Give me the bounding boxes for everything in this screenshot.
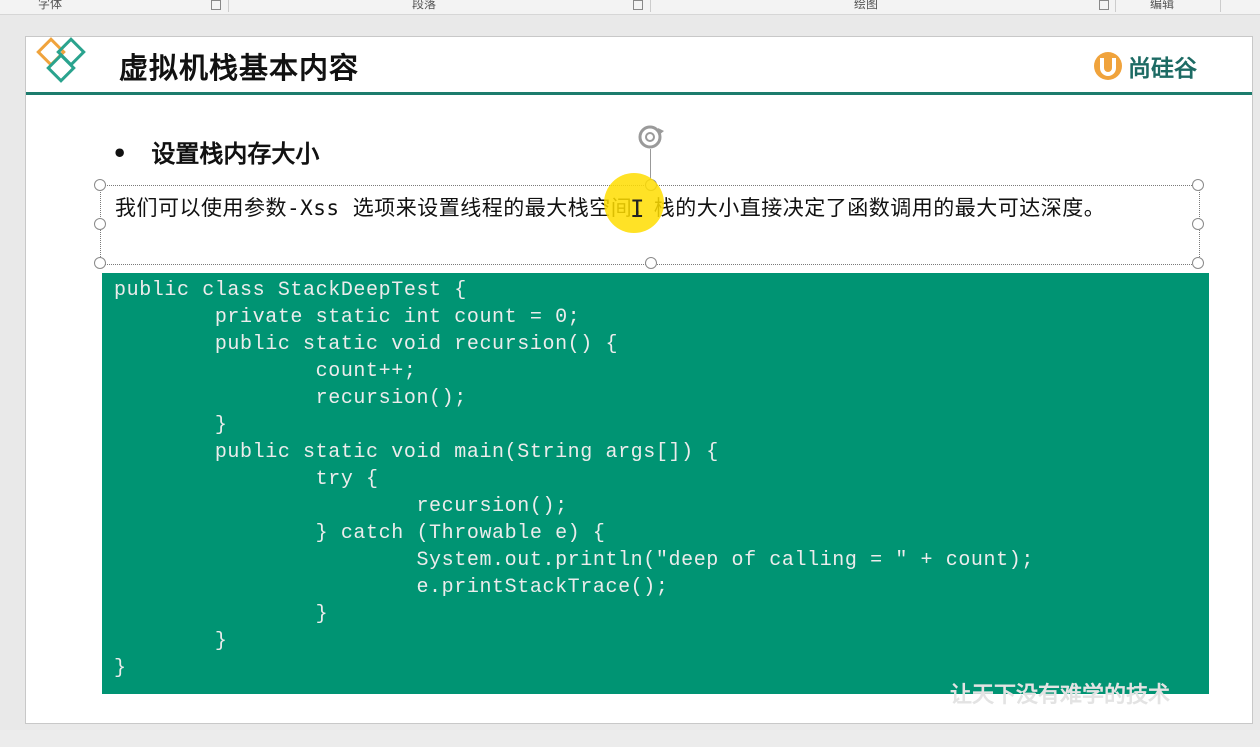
code-line: } catch (Throwable e) { xyxy=(114,522,606,545)
ribbon-group-drawing[interactable]: 绘图 xyxy=(854,0,878,12)
brand-u-icon xyxy=(1094,52,1122,80)
ribbon-separator xyxy=(1115,0,1116,12)
code-line: private static int count = 0; xyxy=(114,306,581,329)
ribbon-separator xyxy=(650,0,651,12)
ribbon-separator xyxy=(1220,0,1221,12)
code-line: System.out.println("deep of calling = " … xyxy=(114,549,1034,572)
bullet-dot: • xyxy=(112,139,128,168)
text-cursor-icon: I xyxy=(630,195,645,223)
resize-handle-bottom-left[interactable] xyxy=(94,257,106,269)
code-line: } xyxy=(114,630,228,653)
ribbon-strip: 字体 段落 绘图 编辑 xyxy=(0,0,1260,15)
code-line: e.printStackTrace(); xyxy=(114,576,669,599)
ribbon-group-paragraph[interactable]: 段落 xyxy=(412,0,436,12)
slide-header: 虚拟机栈基本内容 尚硅谷 xyxy=(26,37,1252,95)
code-line: public static void main(String args[]) { xyxy=(114,441,719,464)
resize-handle-bottom-right[interactable] xyxy=(1192,257,1204,269)
resize-handle-bottom[interactable] xyxy=(645,257,657,269)
resize-handle-top-left[interactable] xyxy=(94,179,106,191)
ribbon-separator xyxy=(228,0,229,12)
code-line: public class StackDeepTest { xyxy=(114,279,467,302)
drawing-dialog-launcher-icon[interactable] xyxy=(1099,0,1109,10)
code-line: recursion(); xyxy=(114,495,568,518)
slide-title[interactable]: 虚拟机栈基本内容 xyxy=(119,45,359,87)
slide-canvas[interactable]: 虚拟机栈基本内容 尚硅谷 • 设置栈内存大小 我们可以使用参数-Xss 选项来设置… xyxy=(25,36,1253,724)
header-divider xyxy=(26,92,1252,95)
resize-handle-right[interactable] xyxy=(1192,218,1204,230)
ribbon-group-editing[interactable]: 编辑 xyxy=(1150,0,1174,12)
rotate-handle-icon[interactable] xyxy=(634,122,668,152)
code-line: count++; xyxy=(114,360,417,383)
code-line: } xyxy=(114,414,228,437)
code-line: public static void recursion() { xyxy=(114,333,619,356)
paragraph-dialog-launcher-icon[interactable] xyxy=(633,0,643,10)
brand-name: 尚硅谷 xyxy=(1128,56,1197,82)
code-line: } xyxy=(114,657,127,680)
brand-logo: 尚硅谷 xyxy=(1092,49,1197,83)
ribbon-group-font[interactable]: 字体 xyxy=(38,0,62,12)
font-dialog-launcher-icon[interactable] xyxy=(211,0,221,10)
bullet-text: 设置栈内存大小 xyxy=(151,139,320,168)
status-bar xyxy=(0,730,1260,747)
resize-handle-left[interactable] xyxy=(94,218,106,230)
code-line: } xyxy=(114,603,329,626)
logo-diamonds-icon xyxy=(36,37,86,83)
code-line: try { xyxy=(114,468,379,491)
code-block[interactable]: public class StackDeepTest { private sta… xyxy=(102,273,1209,694)
resize-handle-top-right[interactable] xyxy=(1192,179,1204,191)
bullet-heading[interactable]: • 设置栈内存大小 xyxy=(112,134,319,169)
code-line: recursion(); xyxy=(114,387,467,410)
watermark-slogan: 让天下没有难学的技术 xyxy=(950,683,1171,708)
